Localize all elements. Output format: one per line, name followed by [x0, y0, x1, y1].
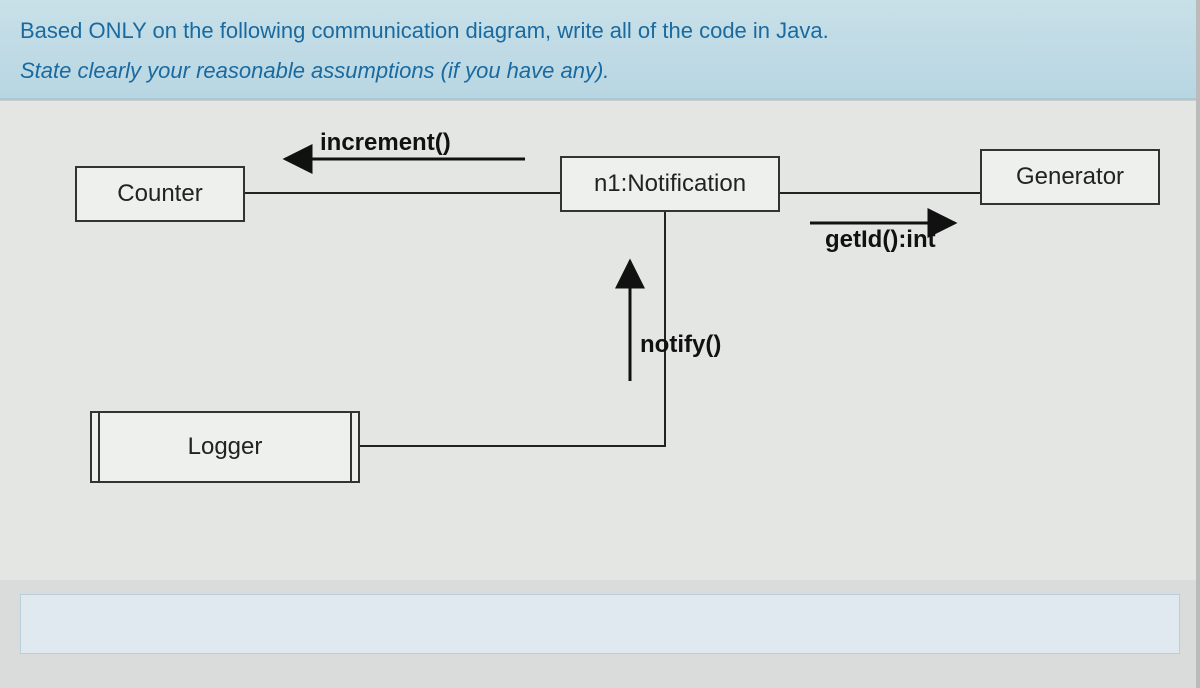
node-logger: Logger	[90, 411, 360, 483]
node-notification-label: n1:Notification	[594, 170, 746, 197]
question-header: Based ONLY on the following communicatio…	[0, 0, 1200, 100]
node-logger-label: Logger	[188, 433, 263, 460]
diagram-canvas: Counter n1:Notification Generator Logger…	[0, 100, 1200, 580]
node-generator: Generator	[980, 149, 1160, 205]
node-counter: Counter	[75, 166, 245, 222]
window-frame-right	[1196, 0, 1200, 688]
node-notification: n1:Notification	[560, 156, 780, 212]
answer-input-area[interactable]	[20, 594, 1180, 654]
node-generator-label: Generator	[1016, 163, 1124, 190]
message-increment-label: increment()	[320, 129, 451, 157]
question-text-line1: Based ONLY on the following communicatio…	[20, 18, 1180, 44]
message-notify-label: notify()	[640, 331, 721, 359]
question-text-line2: State clearly your reasonable assumption…	[20, 58, 1180, 84]
message-getid-label: getId():int	[825, 226, 936, 254]
node-counter-label: Counter	[117, 180, 202, 207]
